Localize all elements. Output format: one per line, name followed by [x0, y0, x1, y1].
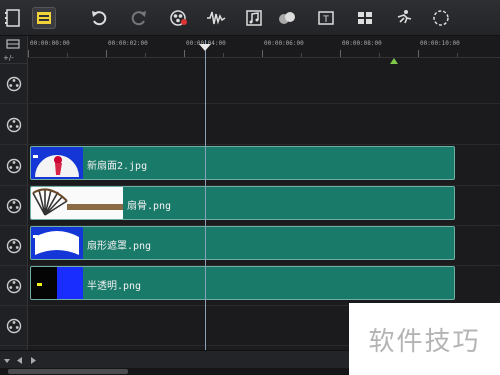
track-headers — [0, 64, 28, 350]
scroll-arrows-icon[interactable] — [2, 354, 42, 368]
track-header[interactable] — [0, 146, 28, 186]
media-clip[interactable]: 扇骨.png — [30, 186, 455, 220]
record-capture-icon[interactable] — [168, 7, 190, 29]
media-clip[interactable]: 扇形遮罩.png — [30, 226, 455, 260]
track-manager-corner[interactable]: +/- — [0, 36, 28, 64]
film-reel-icon — [6, 238, 22, 253]
track-lane[interactable] — [28, 64, 500, 104]
track-header[interactable] — [0, 226, 28, 266]
film-reel-icon — [6, 76, 22, 91]
media-clip[interactable]: 半透明.png — [30, 266, 455, 300]
track-header[interactable] — [0, 105, 28, 145]
clip-thumbnail — [31, 147, 83, 179]
timeline-view-icon[interactable] — [32, 7, 56, 29]
sound-mixer-icon[interactable] — [205, 7, 227, 29]
track-lane[interactable]: 半透明.png — [28, 266, 500, 306]
circle-dashed-icon[interactable] — [430, 7, 452, 29]
playhead-line[interactable] — [205, 40, 206, 352]
ruler-label: 00:00:08:00 — [342, 40, 382, 47]
clip-thumbnail — [31, 187, 123, 219]
svg-text:+/-: +/- — [3, 54, 14, 62]
film-reel-icon — [6, 318, 22, 333]
ruler-label: 00:00:10:00 — [420, 40, 460, 47]
storyboard-icon[interactable] — [2, 7, 24, 29]
playhead-handle[interactable] — [199, 44, 211, 51]
undo-icon[interactable] — [88, 7, 110, 29]
auto-music-icon[interactable] — [243, 7, 265, 29]
split-screen-icon[interactable] — [393, 7, 415, 29]
time-ruler[interactable]: 00:00:00:00 00:00:02:00 00:00:04:00 00:0… — [28, 36, 500, 58]
film-reel-icon — [6, 278, 22, 293]
motion-tracking-icon[interactable] — [276, 7, 298, 29]
film-reel-icon — [6, 158, 22, 173]
track-lane[interactable]: 新扇面2.jpg — [28, 146, 500, 186]
clip-thumbnail — [31, 227, 83, 259]
clip-label: 扇形遮罩.png — [87, 241, 152, 252]
track-lane[interactable]: 扇形遮罩.png — [28, 226, 500, 266]
ruler-label: 00:00:06:00 — [264, 40, 304, 47]
svg-text:T: T — [322, 15, 329, 25]
title-icon[interactable]: T — [315, 7, 337, 29]
track-lane[interactable] — [28, 105, 500, 145]
watermark: 软件技巧 — [349, 303, 500, 375]
track-header[interactable] — [0, 64, 28, 104]
multi-trim-icon[interactable] — [354, 7, 376, 29]
film-reel-icon — [6, 198, 22, 213]
media-clip[interactable]: 新扇面2.jpg — [30, 146, 455, 180]
clip-label: 扇骨.png — [127, 201, 172, 212]
track-header[interactable] — [0, 186, 28, 226]
scrollbar-thumb[interactable] — [8, 369, 128, 374]
film-reel-icon — [6, 117, 22, 132]
marker-triangle[interactable] — [390, 58, 398, 64]
ruler-label: 00:00:00:00 — [30, 40, 70, 47]
track-lane[interactable]: 扇骨.png — [28, 186, 500, 226]
clip-thumbnail — [31, 267, 83, 299]
track-header[interactable] — [0, 266, 28, 306]
clip-label: 半透明.png — [87, 281, 142, 292]
redo-icon[interactable] — [128, 7, 150, 29]
track-header[interactable] — [0, 306, 28, 346]
timeline-toolbar: T — [0, 0, 500, 36]
ruler-label: 00:00:02:00 — [108, 40, 148, 47]
clip-label: 新扇面2.jpg — [87, 161, 148, 172]
